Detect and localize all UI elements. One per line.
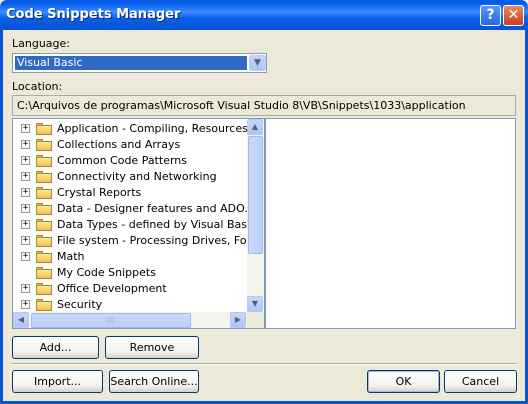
- vertical-scroll-thumb[interactable]: [248, 136, 263, 254]
- tree-item[interactable]: My Code Snippets: [13, 265, 249, 281]
- title-bar: Code Snippets Manager ? ✕: [0, 0, 528, 30]
- tree-item-label: Math: [57, 250, 85, 263]
- expand-icon[interactable]: +: [21, 284, 30, 293]
- tree-item[interactable]: + Common Code Patterns: [13, 153, 249, 169]
- scrollbar-corner: [247, 312, 264, 328]
- scroll-down-icon[interactable]: ▼: [247, 296, 263, 312]
- horizontal-scroll-thumb[interactable]: |||: [31, 313, 191, 328]
- cancel-button[interactable]: Cancel: [444, 370, 517, 393]
- expand-icon[interactable]: +: [21, 252, 30, 261]
- location-label: Location:: [12, 80, 63, 93]
- separator: [12, 363, 516, 365]
- expand-icon[interactable]: +: [21, 140, 30, 149]
- expand-icon[interactable]: +: [21, 156, 30, 165]
- folder-icon: [36, 235, 52, 247]
- tree-item[interactable]: + Math: [13, 249, 249, 265]
- folder-icon: [36, 283, 52, 295]
- tree-item[interactable]: + Security: [13, 297, 249, 313]
- snippet-tree[interactable]: + Application - Compiling, Resources, and…: [12, 118, 265, 329]
- language-selected-value: Visual Basic: [14, 55, 248, 71]
- folder-icon: [36, 219, 52, 231]
- chevron-down-icon[interactable]: ▼: [249, 55, 266, 71]
- folder-icon: [36, 203, 52, 215]
- tree-item[interactable]: + File system - Processing Drives, Folder…: [13, 233, 264, 249]
- horizontal-scrollbar[interactable]: ◀ ||| ▶: [13, 312, 247, 328]
- scroll-up-icon[interactable]: ▲: [247, 119, 263, 135]
- tree-item-label: My Code Snippets: [57, 266, 156, 279]
- window-title: Code Snippets Manager: [6, 7, 181, 22]
- language-dropdown[interactable]: Visual Basic ▼: [12, 53, 267, 73]
- folder-icon: [36, 171, 52, 183]
- location-path-field[interactable]: C:\Arquivos de programas\Microsoft Visua…: [12, 95, 516, 116]
- scroll-right-icon[interactable]: ▶: [230, 312, 246, 328]
- help-button[interactable]: ?: [480, 5, 501, 26]
- tree-item[interactable]: + Data Types - defined by Visual Basic: [13, 217, 256, 233]
- tree-item-label: Common Code Patterns: [57, 154, 188, 167]
- snippet-description-pane: [265, 118, 516, 329]
- expand-icon[interactable]: +: [21, 220, 30, 229]
- folder-icon: [36, 299, 52, 311]
- folder-icon: [36, 139, 52, 151]
- window-frame-left: [0, 30, 3, 404]
- tree-item[interactable]: + Application - Compiling, Resources, and: [13, 121, 264, 137]
- tree-item[interactable]: + Data - Designer features and ADO.NET: [13, 201, 264, 217]
- expand-icon[interactable]: +: [21, 236, 30, 245]
- expand-icon[interactable]: +: [21, 172, 30, 181]
- import-button[interactable]: Import...: [12, 370, 103, 393]
- tree-item-label: Application - Compiling, Resources, and: [57, 122, 265, 135]
- tree-item-label: Data Types - defined by Visual Basic: [57, 218, 257, 231]
- expand-icon[interactable]: +: [21, 188, 30, 197]
- tree-item[interactable]: + Collections and Arrays: [13, 137, 249, 153]
- remove-button[interactable]: Remove: [105, 336, 199, 359]
- tree-item-label: Data - Designer features and ADO.NET: [57, 202, 265, 215]
- add-button[interactable]: Add...: [12, 336, 99, 359]
- folder-icon: [36, 155, 52, 167]
- tree-item[interactable]: + Connectivity and Networking: [13, 169, 249, 185]
- search-online-button[interactable]: Search Online...: [109, 370, 199, 393]
- tree-item-label: Office Development: [57, 282, 167, 295]
- language-label: Language:: [12, 37, 70, 50]
- tree-item-label: Security: [57, 298, 103, 311]
- close-button[interactable]: ✕: [503, 5, 524, 26]
- tree-item-label: File system - Processing Drives, Folders: [57, 234, 265, 247]
- folder-icon: [36, 123, 52, 135]
- folder-icon: [36, 187, 52, 199]
- expand-icon[interactable]: +: [21, 124, 30, 133]
- scroll-left-icon[interactable]: ◀: [13, 312, 29, 328]
- vertical-scrollbar[interactable]: ▲ ▼: [247, 119, 264, 312]
- tree-item-label: Connectivity and Networking: [57, 170, 217, 183]
- tree-item[interactable]: + Office Development: [13, 281, 249, 297]
- expand-icon[interactable]: +: [21, 204, 30, 213]
- tree-item-label: Collections and Arrays: [57, 138, 181, 151]
- folder-icon: [36, 251, 52, 263]
- tree-item[interactable]: + Crystal Reports: [13, 185, 249, 201]
- ok-button[interactable]: OK: [367, 370, 440, 393]
- expand-icon[interactable]: +: [21, 300, 30, 309]
- folder-icon: [36, 267, 52, 279]
- tree-item-label: Crystal Reports: [57, 186, 142, 199]
